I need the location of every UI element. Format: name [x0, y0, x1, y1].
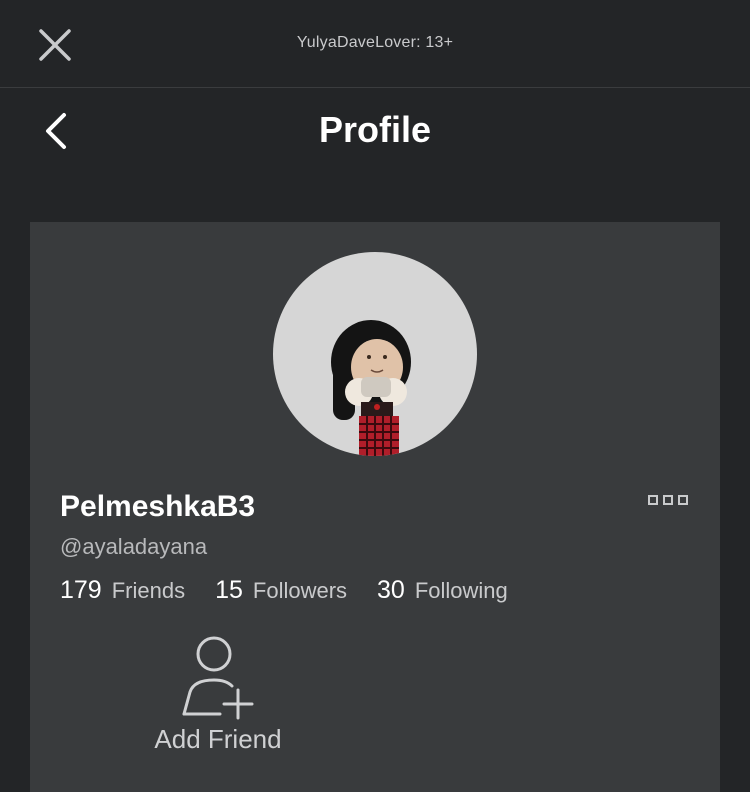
followers-count: 15 — [215, 576, 243, 604]
followers-label: Followers — [252, 578, 348, 603]
following-label: Following — [414, 578, 508, 603]
friends-label: Friends — [111, 578, 186, 603]
following-stat[interactable]: 30 Following — [377, 576, 508, 605]
add-friend-label: Add Friend — [154, 724, 282, 754]
more-dots-icon — [648, 495, 688, 505]
profile-card: PelmeshkaB3 @ayaladayana 179 Friends 15 … — [30, 222, 720, 792]
page-title: Profile — [318, 109, 432, 150]
add-friend-icon — [182, 636, 254, 720]
followers-stat[interactable]: 15 Followers — [215, 576, 347, 605]
friends-stat[interactable]: 179 Friends — [60, 576, 185, 605]
more-options-button[interactable] — [646, 490, 690, 512]
account-label: YulyaDaveLover: 13+ — [296, 34, 454, 51]
page-header: Profile — [0, 89, 750, 179]
top-bar: YulyaDaveLover: 13+ — [0, 0, 750, 88]
add-friend-button[interactable]: Add Friend — [138, 632, 298, 762]
avatar[interactable] — [273, 252, 477, 456]
following-count: 30 — [377, 576, 405, 604]
friends-count: 179 — [60, 576, 102, 604]
profile-stats: 179 Friends 15 Followers 30 Following — [60, 576, 538, 605]
username: @ayaladayana — [60, 534, 208, 559]
display-name: PelmeshkaB3 — [60, 490, 256, 523]
avatar-character-image — [331, 320, 411, 456]
